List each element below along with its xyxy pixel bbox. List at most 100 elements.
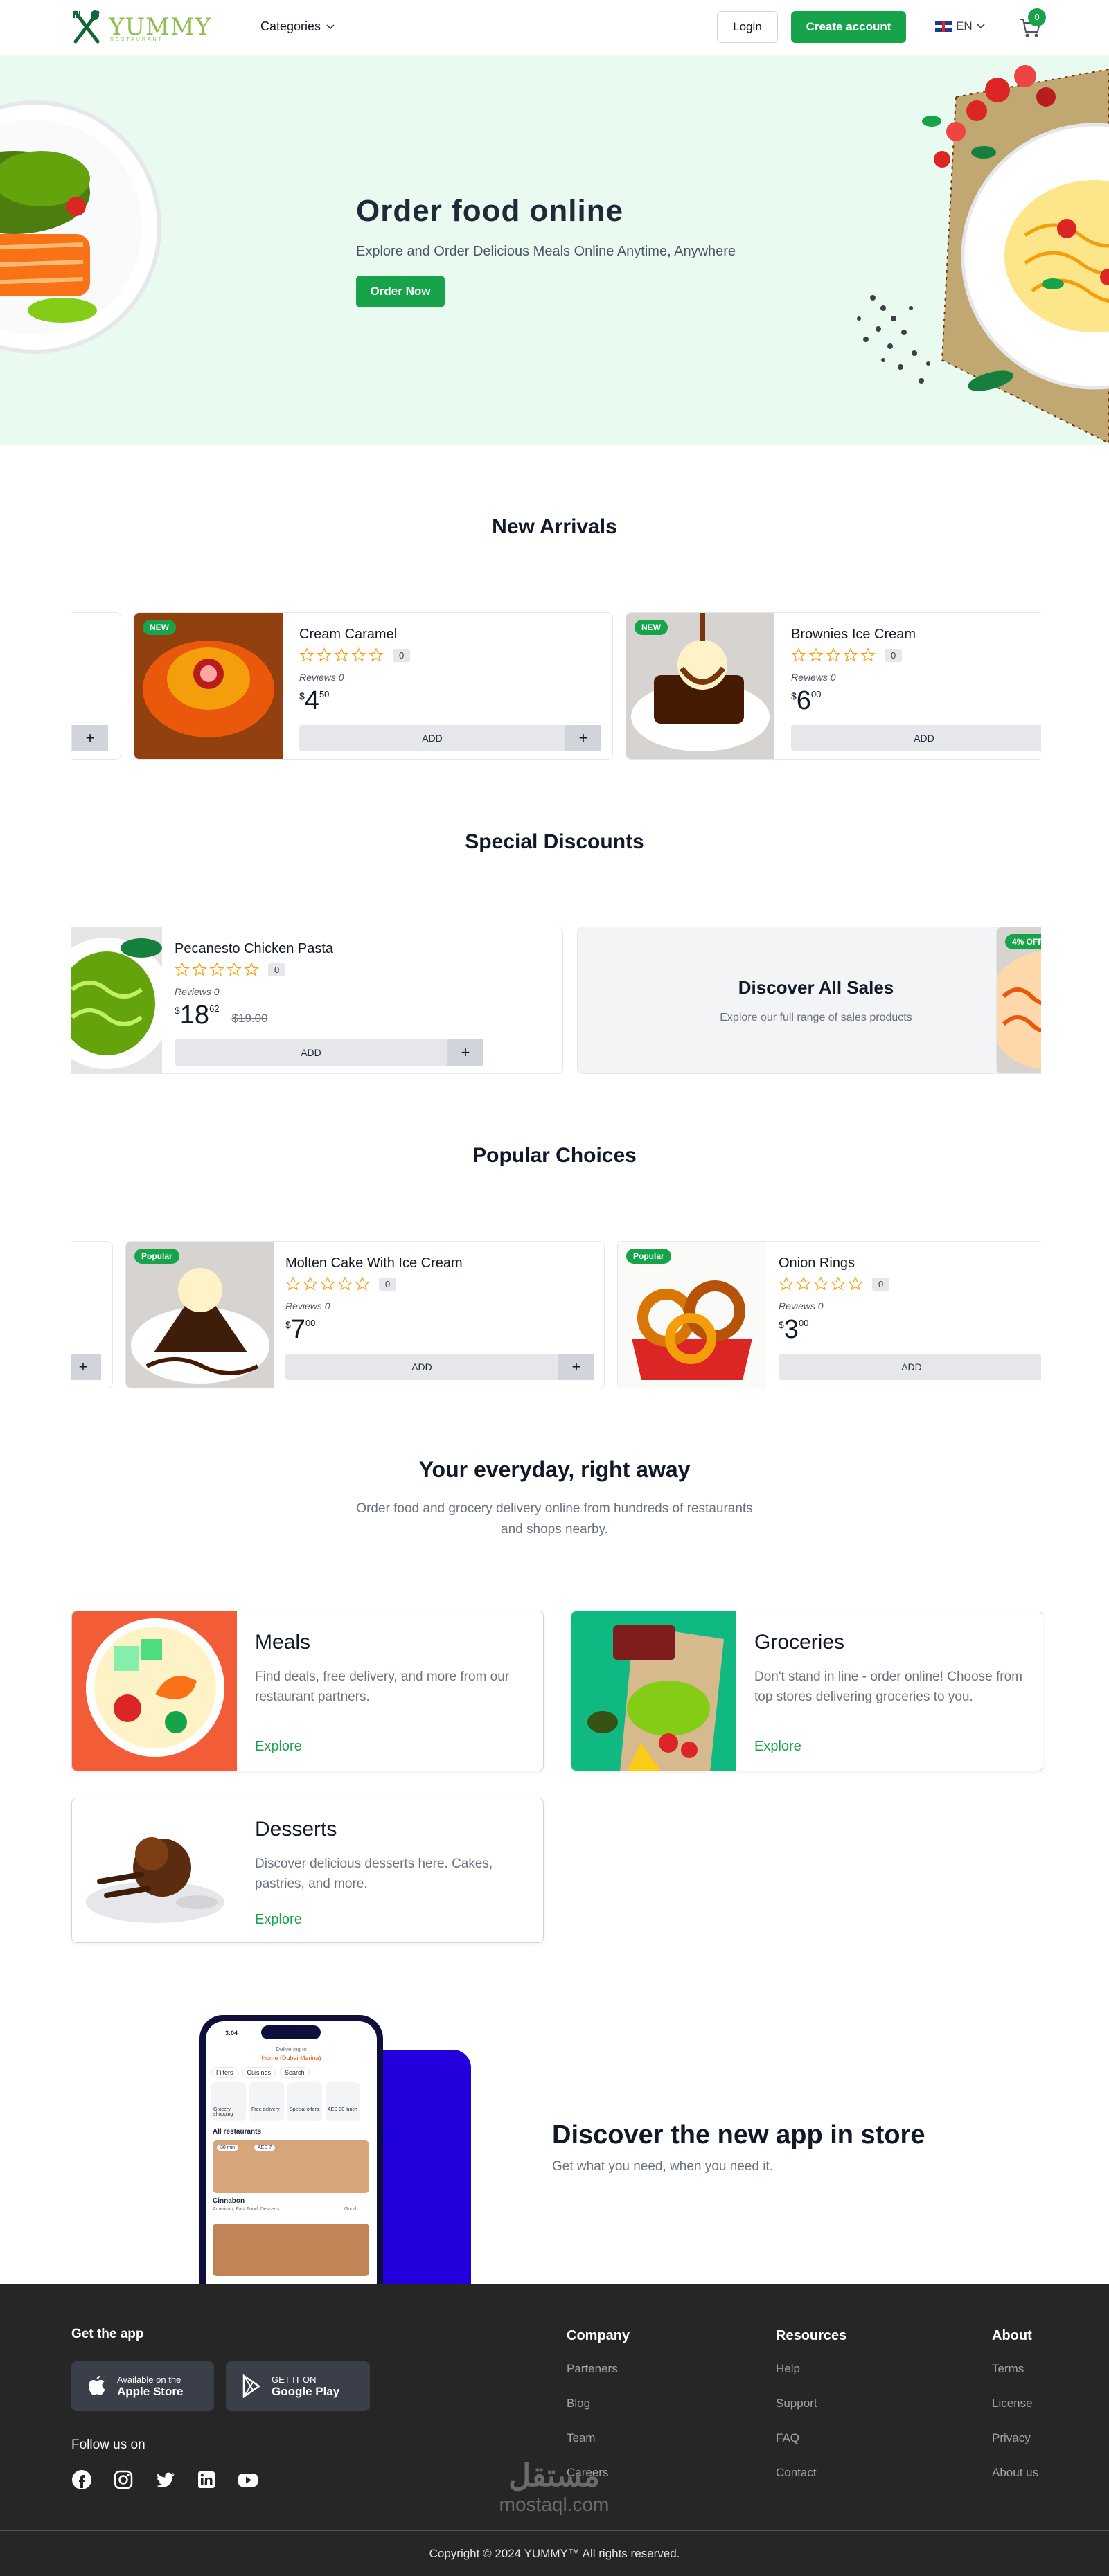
plus-icon[interactable]: + (447, 1039, 483, 1066)
star-icon[interactable] (299, 647, 314, 663)
star-icon[interactable] (808, 647, 824, 663)
phone-fee: AED 7 (254, 2145, 276, 2151)
star-icon[interactable] (244, 962, 259, 977)
star-icon[interactable] (285, 1276, 301, 1291)
add-button[interactable]: ADD (779, 1361, 1041, 1372)
star-icon[interactable] (303, 1276, 318, 1291)
language-selector[interactable]: EN (935, 19, 985, 33)
phone-tile: AED 30 lunch (326, 2082, 360, 2121)
product-card[interactable]: NEW Cream Caramel 0 Reviews 0 $ 4 50 ADD… (134, 612, 613, 760)
categories-dropdown[interactable]: Categories (260, 19, 335, 34)
product-card-peek[interactable]: + (71, 1241, 113, 1388)
footer-link[interactable]: License (992, 2397, 1038, 2431)
add-to-cart-bar[interactable]: ADD + (285, 1354, 594, 1380)
meals-explore-link[interactable]: Explore (255, 1739, 302, 1755)
plus-icon[interactable]: + (72, 725, 108, 751)
footer-link[interactable]: Contact (776, 2466, 846, 2501)
discover-all-sales-card[interactable]: Discover All Sales Explore our full rang… (577, 927, 1041, 1074)
instagram-icon[interactable] (113, 2469, 134, 2490)
categories-label: Categories (260, 19, 321, 33)
star-icon[interactable] (813, 1276, 828, 1291)
apple-store-button[interactable]: Available on the Apple Store (71, 2361, 214, 2411)
special-discounts-carousel[interactable]: Pecanesto Chicken Pasta 0 Reviews 0 $ 18… (71, 927, 1041, 1075)
star-icon[interactable] (320, 1276, 335, 1291)
popular-choices-carousel[interactable]: + Popular Molten Cake With Ice Cream 0 R… (71, 1241, 1041, 1390)
add-to-cart-bar[interactable]: + (71, 1354, 101, 1380)
currency-symbol: $ (779, 1319, 784, 1330)
product-card-peek[interactable]: 4% OFF (996, 927, 1041, 1074)
new-arrivals-carousel[interactable]: + NEW Cream Caramel 0 Reviews 0 $ 4 50 A… (71, 612, 1041, 761)
star-icon[interactable] (355, 1276, 370, 1291)
rating-count: 0 (379, 1277, 397, 1291)
star-icon[interactable] (175, 962, 190, 977)
star-icon[interactable] (209, 962, 224, 977)
category-card-groceries[interactable]: Groceries Don't stand in line - order on… (571, 1611, 1043, 1771)
star-icon[interactable] (337, 1276, 353, 1291)
footer-link[interactable]: Help (776, 2362, 846, 2397)
footer-link[interactable]: Terms (992, 2362, 1038, 2397)
product-card[interactable]: Popular Molten Cake With Ice Cream 0 Rev… (125, 1241, 605, 1388)
add-to-cart-bar[interactable]: ADD + (299, 725, 601, 751)
product-card[interactable]: NEW Brownies Ice Cream 0 Reviews 0 $ 6 0… (626, 612, 1041, 760)
add-to-cart-bar[interactable]: + (71, 725, 108, 751)
product-card[interactable]: Pecanesto Chicken Pasta 0 Reviews 0 $ 18… (71, 927, 563, 1074)
order-now-button[interactable]: Order Now (356, 276, 445, 307)
footer-link[interactable]: About us (992, 2466, 1038, 2501)
star-rating[interactable]: 0 (175, 962, 286, 977)
star-icon[interactable] (843, 647, 858, 663)
star-icon[interactable] (227, 962, 242, 977)
add-button[interactable]: ADD (175, 1047, 447, 1058)
youtube-icon[interactable] (238, 2469, 258, 2490)
product-card-peek[interactable]: + (71, 612, 121, 760)
star-icon[interactable] (826, 647, 841, 663)
desserts-explore-link[interactable]: Explore (255, 1912, 302, 1928)
facebook-icon[interactable] (71, 2469, 92, 2490)
star-icon[interactable] (351, 647, 366, 663)
add-button[interactable]: ADD (285, 1361, 558, 1372)
product-image: NEW (134, 613, 283, 759)
pasta-plate-image (857, 65, 1109, 445)
footer-link[interactable]: Blog (567, 2397, 630, 2431)
twitter-icon[interactable] (154, 2469, 175, 2490)
star-icon[interactable] (791, 647, 806, 663)
star-icon[interactable] (334, 647, 349, 663)
add-button[interactable]: ADD (791, 733, 1041, 744)
star-rating[interactable]: 0 (791, 647, 903, 663)
create-account-button[interactable]: Create account (791, 11, 906, 43)
add-to-cart-bar[interactable]: ADD + (791, 725, 1041, 751)
plus-icon[interactable]: + (71, 1354, 101, 1380)
plus-icon[interactable]: + (558, 1354, 594, 1380)
star-rating[interactable]: 0 (285, 1276, 397, 1291)
star-icon[interactable] (317, 647, 332, 663)
groceries-explore-link[interactable]: Explore (754, 1739, 801, 1755)
product-card[interactable]: Popular Onion Rings 0 Reviews 0 $ 3 00 A… (617, 1241, 1041, 1388)
footer-link[interactable]: Parteners (567, 2362, 630, 2397)
google-play-button[interactable]: GET IT ON Google Play (226, 2361, 370, 2411)
star-icon[interactable] (192, 962, 207, 977)
phone-time: 3:04 (225, 2030, 238, 2037)
star-icon[interactable] (369, 647, 384, 663)
salmon-salad-plate-image (0, 100, 161, 354)
footer-link[interactable]: Support (776, 2397, 846, 2431)
logo[interactable]: YUMMY RESTAURANT (71, 10, 211, 44)
category-card-desserts[interactable]: Desserts Discover delicious desserts her… (71, 1798, 544, 1943)
category-card-meals[interactable]: Meals Find deals, free delivery, and mor… (71, 1611, 544, 1771)
star-icon[interactable] (831, 1276, 846, 1291)
linkedin-icon[interactable] (196, 2469, 217, 2490)
star-icon[interactable] (860, 647, 876, 663)
plus-icon[interactable]: + (565, 725, 601, 751)
star-rating[interactable]: 0 (779, 1276, 890, 1291)
star-icon[interactable] (796, 1276, 811, 1291)
add-to-cart-bar[interactable]: ADD + (779, 1354, 1041, 1380)
desserts-description: Discover delicious desserts here. Cakes,… (255, 1857, 493, 1892)
star-rating[interactable]: 0 (299, 647, 411, 663)
footer-link[interactable]: Privacy (992, 2431, 1038, 2466)
add-to-cart-bar[interactable]: ADD + (175, 1039, 483, 1066)
add-button[interactable]: ADD (299, 733, 565, 744)
login-button[interactable]: Login (717, 11, 778, 43)
footer-link[interactable]: FAQ (776, 2431, 846, 2466)
star-icon[interactable] (848, 1276, 863, 1291)
star-icon[interactable] (779, 1276, 794, 1291)
groceries-description: Don't stand in line - order online! Choo… (754, 1670, 1022, 1705)
price-whole: 4 (304, 686, 319, 715)
